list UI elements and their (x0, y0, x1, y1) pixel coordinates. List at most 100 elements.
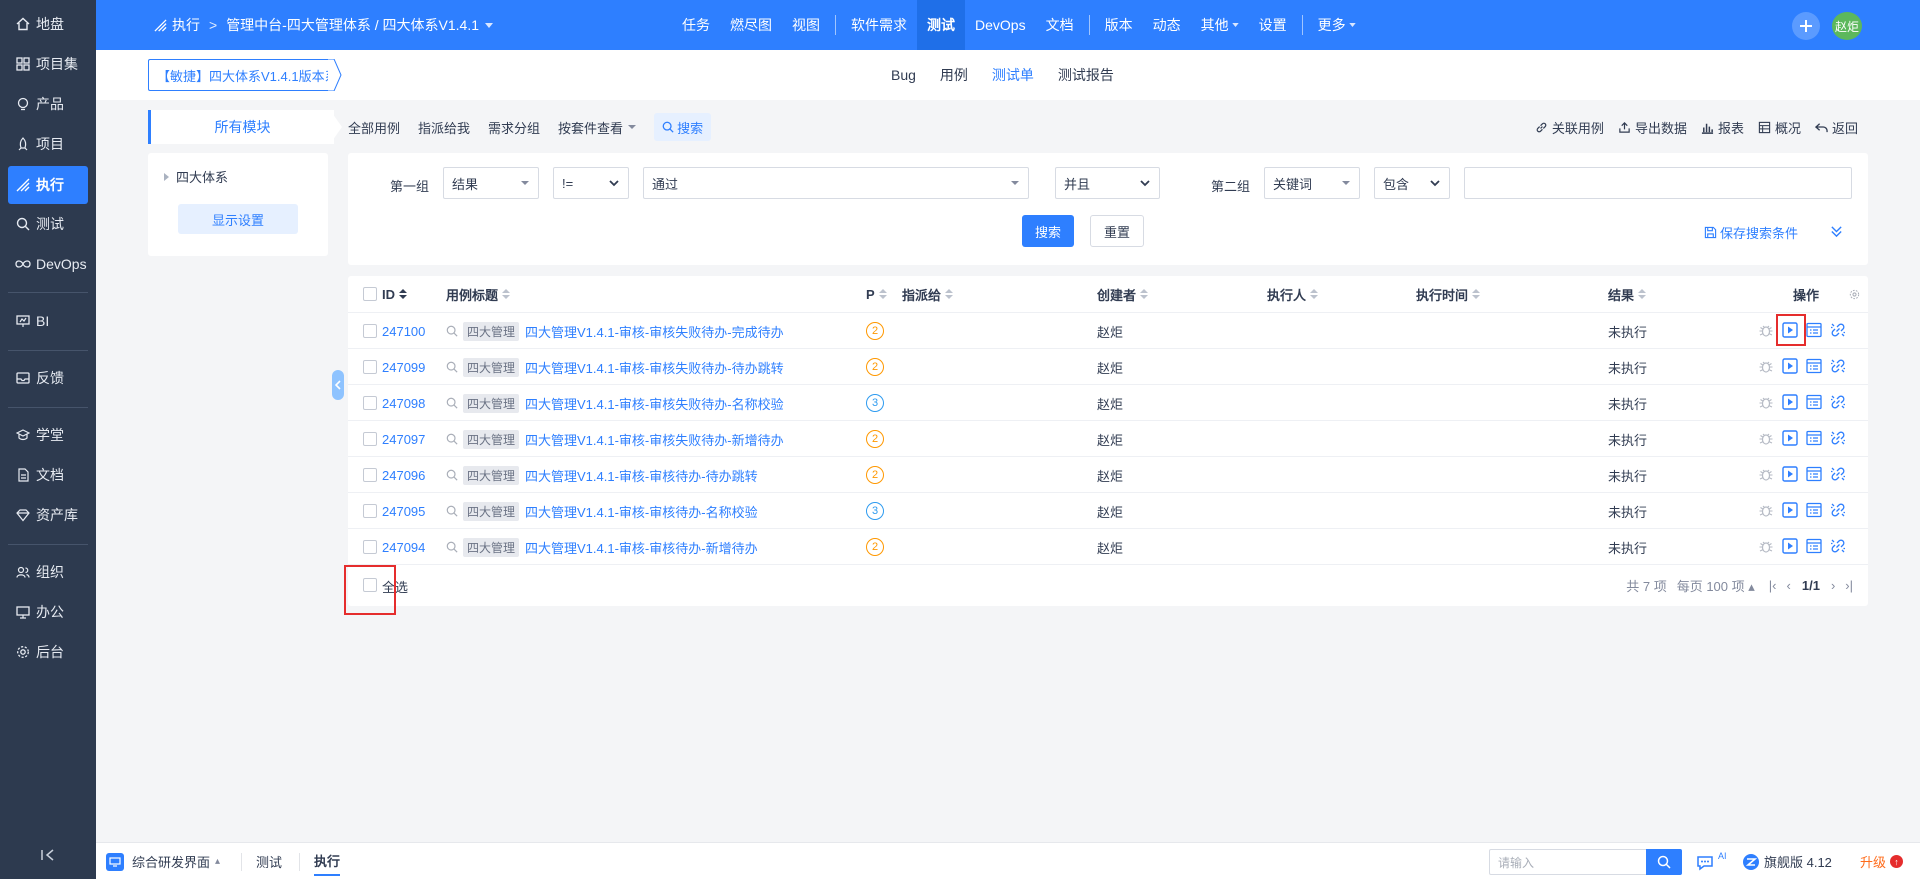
search-icon[interactable] (446, 325, 458, 337)
nav-settings[interactable]: 设置 (1249, 0, 1297, 50)
search-icon[interactable] (446, 505, 458, 517)
tab-case[interactable]: 用例 (940, 65, 968, 85)
execution-selector[interactable]: 【敏捷】四大体系V1.4.1版本系 (148, 59, 334, 91)
tab-testtask[interactable]: 测试单 (992, 65, 1034, 85)
sidebar-item-assets[interactable]: 资产库 (8, 496, 88, 534)
case-title-link[interactable]: 四大管理V1.4.1-审核-审核待办-名称校验 (525, 502, 758, 521)
chevron-down-icon[interactable] (485, 22, 493, 28)
row-checkbox[interactable] (363, 540, 377, 554)
sidebar-item-program[interactable]: 项目集 (8, 45, 88, 83)
bug-icon[interactable] (1758, 430, 1776, 448)
first-page-icon[interactable]: |‹ (1769, 578, 1777, 593)
nav-burndown[interactable]: 燃尽图 (720, 0, 782, 50)
workspace-switcher[interactable]: 综合研发界面 ▴ (106, 843, 220, 879)
row-checkbox[interactable] (363, 360, 377, 374)
case-id-link[interactable]: 247099 (382, 360, 425, 375)
row-checkbox[interactable] (363, 468, 377, 482)
nav-doc[interactable]: 文档 (1036, 0, 1084, 50)
group2-value-input[interactable] (1464, 167, 1852, 199)
sidebar-item-dashboard[interactable]: 地盘 (8, 5, 88, 43)
nav-build[interactable]: 版本 (1095, 0, 1143, 50)
breadcrumb-root[interactable]: 执行 (172, 15, 200, 35)
search-icon[interactable] (446, 397, 458, 409)
last-page-icon[interactable]: ›| (1845, 578, 1853, 593)
case-title-link[interactable]: 四大管理V1.4.1-审核-审核失败待办-名称校验 (525, 394, 784, 413)
unlink-icon[interactable] (1830, 538, 1848, 556)
nav-more[interactable]: 更多 (1308, 0, 1366, 50)
tab-testreport[interactable]: 测试报告 (1058, 65, 1114, 85)
tab-bug[interactable]: Bug (891, 67, 916, 83)
run-case-icon[interactable] (1782, 538, 1800, 556)
results-list-icon[interactable] (1806, 502, 1824, 520)
sidebar-item-devops[interactable]: DevOps (8, 245, 88, 283)
sidebar-item-office[interactable]: 办公 (8, 593, 88, 631)
bug-icon[interactable] (1758, 466, 1776, 484)
results-list-icon[interactable] (1806, 466, 1824, 484)
back-button[interactable]: 返回 (1815, 118, 1858, 137)
case-id-link[interactable]: 247100 (382, 324, 425, 339)
case-title-link[interactable]: 四大管理V1.4.1-审核-审核待办-待办跳转 (525, 466, 758, 485)
nav-task[interactable]: 任务 (672, 0, 720, 50)
row-checkbox[interactable] (363, 504, 377, 518)
next-page-icon[interactable]: › (1831, 578, 1835, 593)
run-case-icon[interactable] (1782, 502, 1800, 520)
row-checkbox[interactable] (363, 324, 377, 338)
nav-dynamic[interactable]: 动态 (1143, 0, 1191, 50)
case-title-link[interactable]: 四大管理V1.4.1-审核-审核失败待办-新增待办 (525, 430, 784, 449)
case-title-link[interactable]: 四大管理V1.4.1-审核-审核失败待办-待办跳转 (525, 358, 784, 377)
sidebar-item-bi[interactable]: BI (8, 302, 88, 340)
run-case-icon[interactable] (1782, 466, 1800, 484)
group2-field-select[interactable]: 关键词 (1264, 167, 1360, 199)
run-case-icon[interactable] (1782, 358, 1800, 376)
tree-item[interactable]: 四大体系 (164, 167, 228, 186)
unlink-icon[interactable] (1830, 322, 1848, 340)
breadcrumb-current[interactable]: 管理中台-四大管理体系 / 四大体系V1.4.1 (226, 15, 479, 35)
search-button[interactable]: 搜索 (1022, 215, 1074, 247)
row-checkbox[interactable] (363, 396, 377, 410)
bug-icon[interactable] (1758, 358, 1776, 376)
case-id-link[interactable]: 247094 (382, 540, 425, 555)
display-settings-button[interactable]: 显示设置 (178, 204, 298, 234)
case-id-link[interactable]: 247097 (382, 432, 425, 447)
nav-test[interactable]: 测试 (917, 0, 965, 50)
column-settings-icon[interactable] (1848, 288, 1860, 300)
unlink-icon[interactable] (1830, 394, 1848, 412)
bug-icon[interactable] (1758, 502, 1776, 520)
global-search-input[interactable]: 请输入 (1489, 849, 1647, 875)
search-icon[interactable] (446, 433, 458, 445)
export-data-button[interactable]: 导出数据 (1618, 118, 1687, 137)
group2-operator-select[interactable]: 包含 (1374, 167, 1450, 199)
case-title-link[interactable]: 四大管理V1.4.1-审核-审核失败待办-完成待办 (525, 322, 784, 341)
report-button[interactable]: 报表 (1701, 118, 1744, 137)
filter-assigned-to-me[interactable]: 指派给我 (418, 118, 470, 137)
run-case-icon[interactable] (1782, 394, 1800, 412)
logic-select[interactable]: 并且 (1055, 167, 1160, 199)
prev-page-icon[interactable]: ‹ (1787, 578, 1791, 593)
case-id-link[interactable]: 247098 (382, 396, 425, 411)
link-cases-button[interactable]: 关联用例 (1535, 118, 1604, 137)
results-list-icon[interactable] (1806, 358, 1824, 376)
results-list-icon[interactable] (1806, 322, 1824, 340)
create-plus-icon[interactable] (1792, 12, 1820, 40)
sidebar-item-doc[interactable]: 文档 (8, 456, 88, 494)
sidebar-item-school[interactable]: 学堂 (8, 416, 88, 454)
header-assigned[interactable]: 指派给 (902, 276, 954, 312)
search-icon[interactable] (1646, 849, 1682, 875)
nav-view[interactable]: 视图 (782, 0, 830, 50)
nav-devops[interactable]: DevOps (965, 0, 1036, 50)
collapse-sidebar-icon[interactable] (38, 845, 58, 865)
header-result[interactable]: 结果 (1608, 276, 1647, 312)
case-id-link[interactable]: 247096 (382, 468, 425, 483)
run-case-icon[interactable] (1782, 430, 1800, 448)
bug-icon[interactable] (1758, 322, 1776, 340)
overview-button[interactable]: 概况 (1758, 118, 1801, 137)
header-creator[interactable]: 创建者 (1097, 276, 1149, 312)
row-checkbox[interactable] (363, 432, 377, 446)
module-title[interactable]: 所有模块 (148, 110, 334, 144)
sidebar-item-test[interactable]: 测试 (8, 205, 88, 243)
header-priority[interactable]: P (866, 276, 887, 312)
sidebar-item-product[interactable]: 产品 (8, 85, 88, 123)
search-icon[interactable] (446, 541, 458, 553)
case-id-link[interactable]: 247095 (382, 504, 425, 519)
filter-by-suite[interactable]: 按套件查看 (558, 118, 637, 137)
